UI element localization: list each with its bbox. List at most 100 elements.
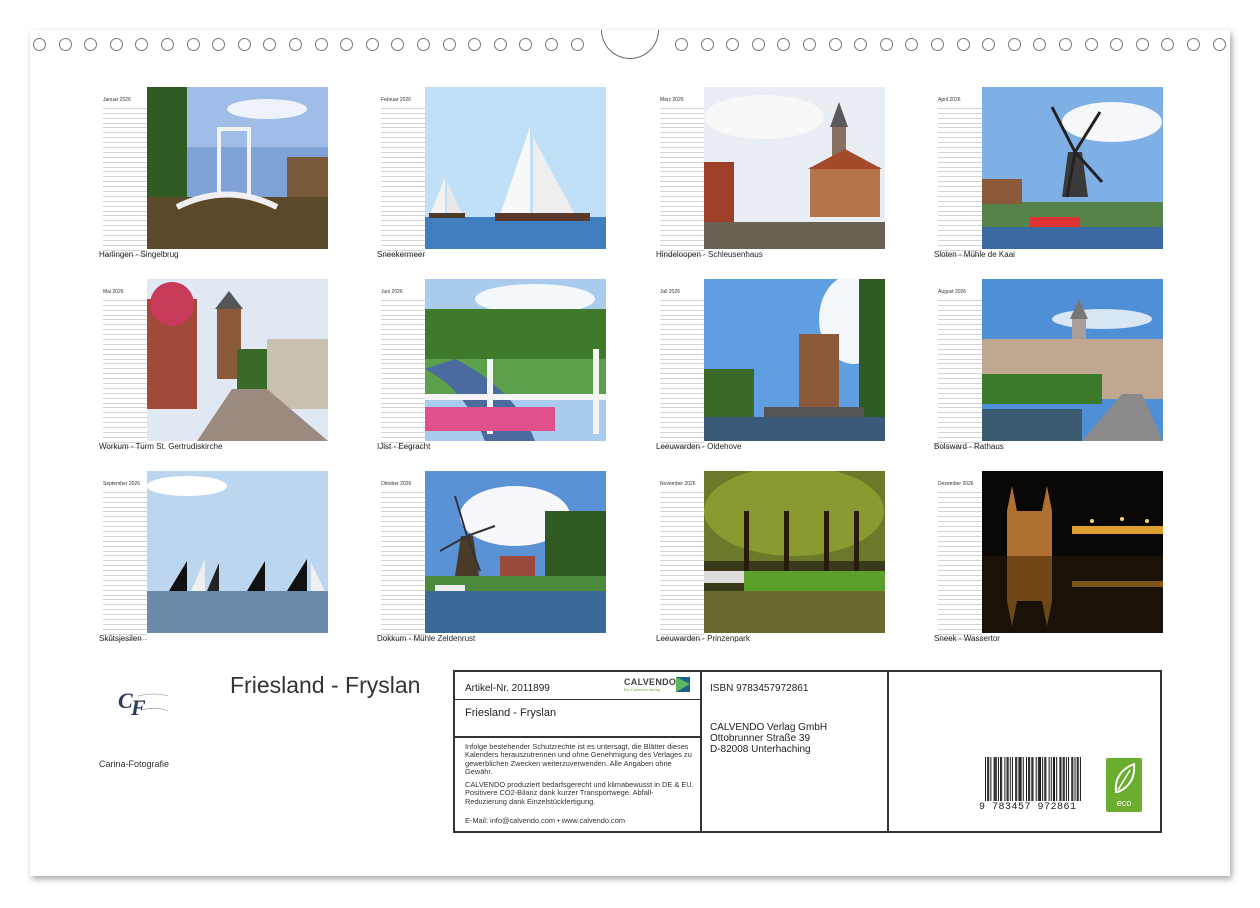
publisher-city: D-82008 Unterhaching (710, 744, 811, 755)
binding-hole (777, 38, 791, 51)
day-list: Juli 2026 (660, 289, 704, 448)
binding-hole (726, 38, 740, 51)
month-title: Juni 2026 (381, 289, 403, 295)
svg-text:F: F (130, 695, 146, 720)
leaf-icon (1114, 762, 1136, 793)
barcode-bar (1048, 757, 1050, 801)
barcode-bar (988, 757, 990, 801)
binding-hole (468, 38, 482, 51)
binding-hole (675, 38, 688, 51)
binding-hole (493, 38, 507, 51)
product-title: Friesland - Fryslan (465, 707, 557, 719)
binding-hole (417, 38, 430, 51)
calvendo-tagline: Bei Calvendo verlag (624, 687, 660, 692)
month-photo (982, 279, 1163, 441)
binding-hole (1033, 38, 1047, 51)
barcode-bar (1056, 757, 1058, 801)
binding-hole (519, 38, 533, 51)
binding-hole (442, 38, 456, 51)
binding-hole (854, 38, 868, 51)
day-list: August 2026 (938, 289, 982, 448)
binding-hole (956, 38, 970, 51)
month-photo (704, 471, 885, 633)
binding-hole (161, 38, 174, 51)
binding-hole (982, 38, 996, 51)
barcode-bar (1074, 757, 1076, 801)
binding-hole (135, 38, 149, 51)
binding-hole (186, 38, 200, 51)
day-list: Oktober 2026 (381, 481, 425, 640)
month-photo (147, 279, 328, 441)
month-photo (425, 471, 606, 633)
binding-hole (828, 38, 842, 51)
barcode-bar (1004, 757, 1006, 801)
binding-hole (212, 38, 226, 51)
day-list: November 2026 (660, 481, 704, 640)
day-list: Februar 2026 (381, 97, 425, 256)
binding-hole (1007, 38, 1021, 51)
binding-hole (1135, 38, 1149, 51)
barcode-bar (1038, 757, 1040, 801)
photo-caption: Bolsward - Rathaus (934, 442, 1004, 451)
barcode-bar (1060, 757, 1062, 801)
eco-badge: eco (1106, 758, 1142, 812)
barcode-bar (1007, 757, 1009, 801)
barcode-bar (1035, 757, 1037, 801)
month-photo (425, 87, 606, 249)
binding-hole (1059, 38, 1072, 51)
author-logo: C F (118, 688, 169, 720)
info-column-middle: ISBN 9783457972861 CALVENDO Verlag GmbH … (702, 672, 889, 831)
photo-caption: Sneek - Wassertor (934, 634, 1000, 643)
photo-caption: Hindeloopen - Schleusenhaus (656, 250, 763, 259)
day-list: Mai 2026 (103, 289, 147, 448)
month-page: Januar 2026 Harlingen - Singelbrug (99, 87, 329, 263)
barcode-bar (1022, 757, 1024, 801)
eco-notice: CALVENDO produziert bedarfsgerecht und k… (465, 780, 694, 806)
month-photo (982, 87, 1163, 249)
publisher-info-box: Artikel-Nr. 2011899 CALVENDO Bei Calvend… (453, 670, 1162, 833)
contact-line: E-Mail: info@calvendo.com • www.calvendo… (465, 816, 626, 825)
day-list: Dezember 2026 (938, 481, 982, 640)
month-page: Oktober 2026 Dokkum - Mühle Zeldenrust (377, 471, 607, 647)
month-title: Mai 2026 (103, 289, 124, 295)
barcode-bar (1011, 757, 1013, 801)
barcode-bar (1025, 757, 1027, 801)
binding-hole (84, 38, 98, 51)
photo-caption: Leeuwarden - Oldehove (656, 442, 742, 451)
barcode-bar (1037, 757, 1039, 801)
binding-hole (803, 38, 816, 51)
calvendo-logo: CALVENDO Bei Calvendo verlag (624, 677, 692, 695)
barcode-bar (1009, 757, 1011, 801)
barcode-bar (990, 757, 992, 801)
photo-caption: Leeuwarden - Prinzenpark (656, 634, 750, 643)
month-photo (425, 279, 606, 441)
legal-notice: Infolge bestehender Schutzrechte ist es … (465, 742, 692, 777)
day-list: Juni 2026 (381, 289, 425, 448)
barcode-bar (1052, 757, 1054, 801)
month-page: Juli 2026 Leeuwarden - Oldehove (656, 279, 886, 455)
barcode-bar (994, 757, 996, 801)
binding-hole (1187, 38, 1200, 51)
month-page: Mai 2026 Workum - Turm St. Gertrudiskirc… (99, 279, 329, 455)
barcode-bar (993, 757, 995, 801)
month-title: Februar 2026 (381, 97, 412, 103)
barcode-bar (1018, 757, 1020, 801)
barcode-bar (1050, 757, 1052, 801)
binding-hole (545, 38, 558, 51)
binding-hole (314, 38, 328, 51)
barcode-bar (987, 757, 989, 801)
binding-hole (391, 38, 405, 51)
barcode-bar (1020, 757, 1022, 801)
barcode-bar (1071, 757, 1073, 801)
barcode-bar (1077, 757, 1079, 801)
barcode-bar (1079, 757, 1081, 801)
info-column-left: Artikel-Nr. 2011899 CALVENDO Bei Calvend… (455, 672, 702, 831)
binding-hole (237, 38, 251, 51)
month-photo (704, 87, 885, 249)
binding-hole (1110, 38, 1124, 51)
publisher-name: CALVENDO Verlag GmbH (710, 722, 828, 733)
binding-hole (751, 38, 765, 51)
binding-hole (879, 38, 893, 51)
author-name: Carina-Fotografie (99, 759, 170, 769)
month-title: April 2026 (938, 97, 961, 103)
